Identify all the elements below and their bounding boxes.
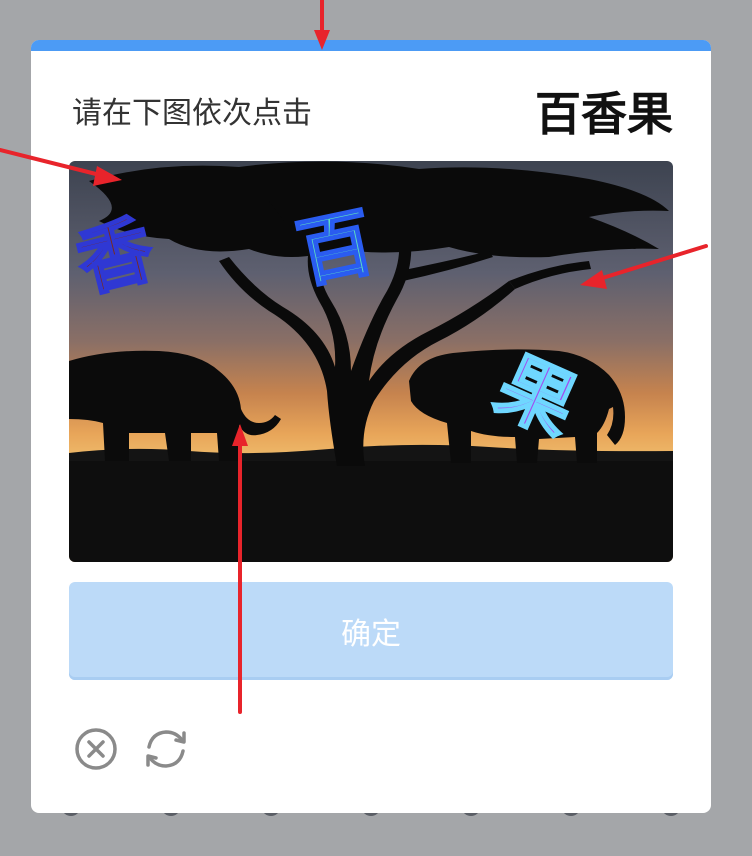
target-characters: 百香果 [535, 87, 673, 141]
instruction-text: 请在下图依次点击 [72, 96, 312, 131]
captcha-dialog: 请在下图依次点击 百香果 香 百 果 确定 [31, 40, 711, 813]
confirm-button[interactable]: 确定 [69, 582, 673, 680]
captcha-image[interactable]: 香 百 果 [69, 161, 673, 562]
captcha-scene: 香 百 果 [69, 161, 673, 562]
close-circle-icon[interactable] [72, 725, 120, 773]
dialog-top-accent-bar [31, 40, 711, 51]
refresh-icon[interactable] [140, 725, 188, 773]
